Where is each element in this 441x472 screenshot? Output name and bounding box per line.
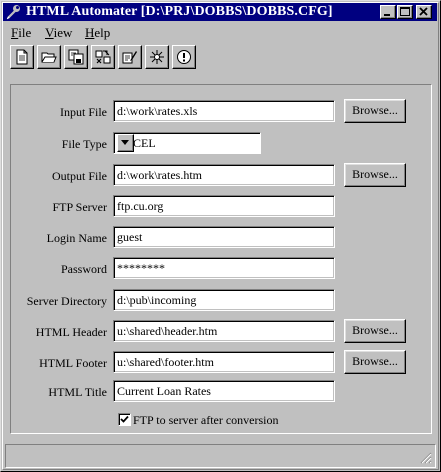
menu-view[interactable]: View (45, 25, 72, 40)
resize-grip-icon[interactable] (420, 452, 432, 464)
run-button[interactable] (145, 45, 169, 69)
ftp-server-label: FTP Server (52, 200, 107, 214)
html-footer-field[interactable]: u:\shared\footer.htm (113, 351, 335, 373)
maximize-button[interactable] (397, 5, 413, 19)
html-header-field[interactable]: u:\shared\header.htm (113, 320, 335, 342)
close-button[interactable] (416, 5, 432, 19)
minimize-button[interactable] (380, 5, 396, 19)
ftp-server-value: ftp.cu.org (117, 199, 164, 213)
html-title-label: HTML Title (48, 385, 107, 399)
server-directory-field[interactable]: d:\pub\incoming (113, 289, 335, 311)
file-type-label: File Type (61, 137, 107, 151)
window-title: HTML Automater [D:\PRJ\DOBBS\DOBBS.CFG] (26, 4, 333, 19)
chevron-down-icon (121, 140, 129, 145)
password-label: Password (60, 262, 107, 276)
menu-help-mnemonic: H (85, 25, 95, 40)
ftp-after-conversion-label: FTP to server after conversion (133, 413, 279, 427)
ftp-after-conversion-checkbox[interactable] (118, 413, 131, 426)
html-footer-browse-button[interactable]: Browse... (344, 350, 406, 374)
html-header-value: u:\shared\header.htm (117, 324, 218, 338)
menu-file-label: ile (18, 25, 32, 40)
wrench-app-icon[interactable] (5, 4, 21, 20)
login-name-field[interactable]: guest (113, 226, 335, 248)
checkmark-icon (120, 415, 129, 423)
menu-bar: File View Help (3, 23, 437, 41)
menu-view-label: iew (53, 25, 73, 40)
output-file-label: Output File (51, 169, 107, 183)
save-as-icon (68, 49, 84, 65)
html-title-field[interactable]: Current Loan Rates (113, 380, 335, 402)
new-document-icon (16, 49, 28, 65)
convert-icon (95, 50, 111, 64)
html-footer-value: u:\shared\footer.htm (117, 355, 214, 369)
login-name-label: Login Name (46, 231, 107, 245)
about-button[interactable] (172, 45, 196, 69)
run-sparkle-icon (150, 50, 164, 64)
menu-file[interactable]: File (11, 25, 31, 40)
open-folder-icon (41, 52, 57, 63)
input-file-value: d:\work\rates.xls (117, 104, 198, 118)
convert-button[interactable] (91, 45, 115, 69)
html-header-browse-button[interactable]: Browse... (344, 319, 406, 343)
edit-settings-icon (122, 51, 137, 64)
menu-view-mnemonic: V (45, 25, 54, 40)
html-header-label: HTML Header (35, 325, 107, 339)
input-file-browse-button[interactable]: Browse... (344, 99, 406, 123)
output-file-browse-button[interactable]: Browse... (344, 163, 406, 187)
server-directory-value: d:\pub\incoming (117, 293, 197, 307)
input-file-field[interactable]: d:\work\rates.xls (113, 100, 335, 122)
about-info-icon (177, 50, 191, 64)
minimize-icon (384, 14, 390, 16)
password-field[interactable]: ******** (113, 257, 335, 279)
main-window: HTML Automater [D:\PRJ\DOBBS\DOBBS.CFG] … (0, 0, 441, 472)
login-name-value: guest (117, 230, 143, 244)
output-file-value: d:\work\rates.htm (117, 168, 202, 182)
menu-help-label: elp (94, 25, 111, 40)
output-file-field[interactable]: d:\work\rates.htm (113, 164, 335, 186)
edit-settings-button[interactable] (118, 45, 142, 69)
password-value: ******** (117, 261, 165, 275)
open-button[interactable] (37, 45, 61, 69)
ftp-server-field[interactable]: ftp.cu.org (113, 195, 335, 217)
title-bar[interactable]: HTML Automater [D:\PRJ\DOBBS\DOBBS.CFG] (3, 3, 437, 21)
server-directory-label: Server Directory (26, 294, 107, 308)
file-type-dropdown-button[interactable] (117, 134, 134, 152)
save-as-button[interactable] (64, 45, 88, 69)
file-type-select[interactable]: EXCEL (113, 132, 261, 154)
input-file-label: Input File (60, 105, 107, 119)
menu-help[interactable]: Help (85, 25, 110, 40)
status-bar (5, 444, 436, 468)
html-title-value: Current Loan Rates (117, 384, 211, 398)
html-footer-label: HTML Footer (39, 356, 107, 370)
maximize-icon (400, 7, 410, 16)
new-button[interactable] (10, 45, 34, 69)
close-icon (419, 7, 428, 16)
